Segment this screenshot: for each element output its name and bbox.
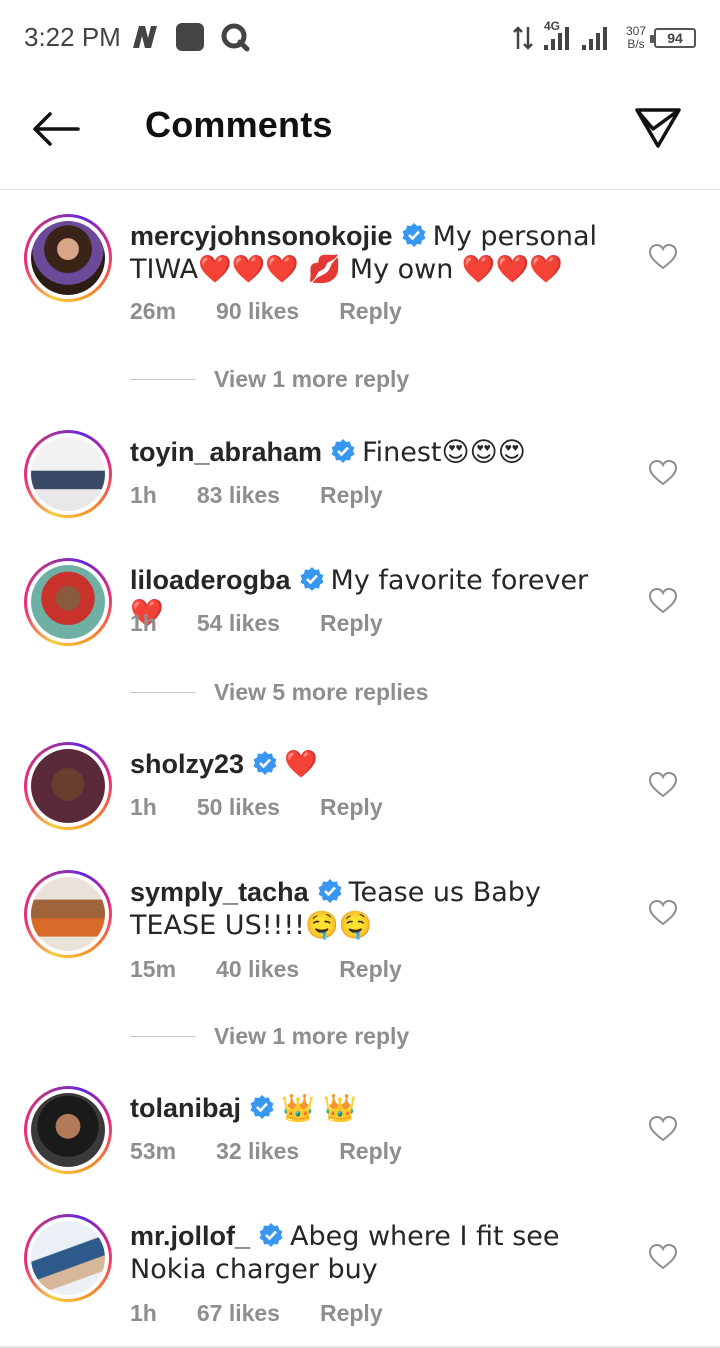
comment-time: 1h bbox=[130, 482, 157, 508]
verified-badge-icon bbox=[300, 567, 324, 591]
view-replies-label[interactable]: View 5 more replies bbox=[214, 679, 428, 706]
page-title: Comments bbox=[145, 104, 333, 145]
comment-username[interactable]: tolanibaj bbox=[130, 1093, 241, 1123]
comment-likes[interactable]: 67 likes bbox=[197, 1300, 280, 1327]
comment-username[interactable]: mercyjohnsonokojie bbox=[130, 221, 393, 251]
reply-button[interactable]: Reply bbox=[320, 794, 383, 821]
comment-likes[interactable]: 32 likes bbox=[216, 1138, 299, 1165]
avatar[interactable] bbox=[24, 1086, 112, 1174]
search-app-icon bbox=[221, 23, 250, 52]
comment-text: ❤️ bbox=[284, 749, 318, 780]
verified-badge-icon bbox=[331, 439, 355, 463]
reply-button[interactable]: Reply bbox=[339, 298, 402, 325]
comment-username[interactable]: liloaderogba bbox=[130, 565, 291, 595]
comment-likes[interactable]: 54 likes bbox=[197, 610, 280, 637]
verified-badge-icon bbox=[250, 1095, 274, 1119]
signal-icon: 4G bbox=[542, 19, 618, 53]
comment-meta: 1h 83 likes Reply bbox=[130, 482, 383, 509]
comment-meta: 26m 90 likes Reply bbox=[130, 298, 402, 325]
comment-likes[interactable]: 83 likes bbox=[197, 482, 280, 509]
arrow-left-icon bbox=[33, 112, 80, 146]
comment-item: liloaderogba My favorite forever ❤️ 1h 54… bbox=[0, 558, 720, 658]
comment-username[interactable]: sholzy23 bbox=[130, 749, 244, 779]
verified-badge-icon bbox=[259, 1223, 283, 1247]
view-replies-button[interactable]: View 5 more replies bbox=[130, 679, 428, 706]
verified-badge-icon bbox=[402, 223, 426, 247]
reply-button[interactable]: Reply bbox=[320, 1300, 383, 1327]
comment-username[interactable]: mr.jollof_ bbox=[130, 1221, 250, 1251]
view-replies-button[interactable]: View 1 more reply bbox=[130, 366, 409, 393]
view-replies-button[interactable]: View 1 more reply bbox=[130, 1023, 409, 1050]
comment-meta: 1h 67 likes Reply bbox=[130, 1300, 383, 1327]
comment-meta: 15m 40 likes Reply bbox=[130, 956, 402, 983]
n-logo-icon bbox=[133, 26, 157, 48]
comment-item: symply_tacha Tease us Baby TEASE US!!!!🤤🤤… bbox=[0, 870, 720, 990]
comment-time: 53m bbox=[130, 1138, 177, 1164]
comment-time: 15m bbox=[130, 956, 177, 982]
comment-time: 1h bbox=[130, 794, 157, 820]
comment-item: mercyjohnsonokojie My personal TIWA❤️❤️❤️… bbox=[0, 214, 720, 334]
divider-line bbox=[130, 1036, 196, 1037]
battery-level: 94 bbox=[667, 30, 683, 46]
network-speed: 307 B/s bbox=[626, 25, 646, 51]
comment-likes[interactable]: 40 likes bbox=[216, 956, 299, 983]
divider-line bbox=[130, 692, 196, 693]
avatar[interactable] bbox=[24, 430, 112, 518]
avatar[interactable] bbox=[24, 742, 112, 830]
data-arrows-icon bbox=[513, 26, 533, 50]
comment-time: 1h bbox=[130, 1300, 157, 1326]
back-button[interactable] bbox=[28, 104, 84, 154]
reply-button[interactable]: Reply bbox=[320, 482, 383, 509]
reply-button[interactable]: Reply bbox=[339, 1138, 402, 1165]
divider-line bbox=[130, 379, 196, 380]
verified-badge-icon bbox=[253, 751, 277, 775]
comment-item: sholzy23 ❤️ 1h 50 likes Reply bbox=[0, 742, 720, 842]
header: Comments bbox=[0, 74, 720, 190]
status-right: 4G 307 B/s 94 bbox=[512, 18, 696, 58]
battery-icon: 94 bbox=[650, 28, 696, 48]
verified-badge-icon bbox=[318, 879, 342, 903]
heart-icon[interactable] bbox=[648, 586, 678, 616]
heart-icon[interactable] bbox=[648, 770, 678, 800]
comment-time: 1h bbox=[130, 610, 157, 636]
comment-meta: 53m 32 likes Reply bbox=[130, 1138, 402, 1165]
avatar[interactable] bbox=[24, 1214, 112, 1302]
view-replies-label[interactable]: View 1 more reply bbox=[214, 1023, 409, 1050]
avatar[interactable] bbox=[24, 214, 112, 302]
view-replies-label[interactable]: View 1 more reply bbox=[214, 366, 409, 393]
paper-plane-icon bbox=[635, 108, 681, 148]
reply-button[interactable]: Reply bbox=[339, 956, 402, 983]
comment-username[interactable]: symply_tacha bbox=[130, 877, 309, 907]
comment-item: tolanibaj 👑 👑 53m 32 likes Reply bbox=[0, 1086, 720, 1186]
heart-icon[interactable] bbox=[648, 1242, 678, 1272]
comment-likes[interactable]: 90 likes bbox=[216, 298, 299, 325]
comment-text: Finest😍😍😍 bbox=[362, 437, 526, 468]
share-button[interactable] bbox=[632, 102, 684, 154]
comment-item: mr.jollof_ Abeg where I fit see Nokia cha… bbox=[0, 1214, 720, 1334]
comment-meta: 1h 50 likes Reply bbox=[130, 794, 383, 821]
heart-icon[interactable] bbox=[648, 898, 678, 928]
heart-icon[interactable] bbox=[648, 1114, 678, 1144]
comment-text: 👑 👑 bbox=[281, 1093, 357, 1124]
comment-time: 26m bbox=[130, 298, 177, 324]
heart-icon[interactable] bbox=[648, 458, 678, 488]
comment-username[interactable]: toyin_abraham bbox=[130, 437, 322, 467]
comment-item: toyin_abraham Finest😍😍😍 1h 83 likes Reply bbox=[0, 430, 720, 530]
comment-meta: 1h 54 likes Reply bbox=[130, 610, 383, 637]
avatar[interactable] bbox=[24, 870, 112, 958]
avatar[interactable] bbox=[24, 558, 112, 646]
heart-icon[interactable] bbox=[648, 242, 678, 272]
speed-unit: B/s bbox=[627, 37, 645, 51]
reply-button[interactable]: Reply bbox=[320, 610, 383, 637]
gallery-icon bbox=[176, 23, 204, 51]
status-time: 3:22 PM bbox=[24, 22, 121, 52]
status-bar: 3:22 PM 4G 307 B/s 94 bbox=[0, 0, 720, 74]
comment-likes[interactable]: 50 likes bbox=[197, 794, 280, 821]
